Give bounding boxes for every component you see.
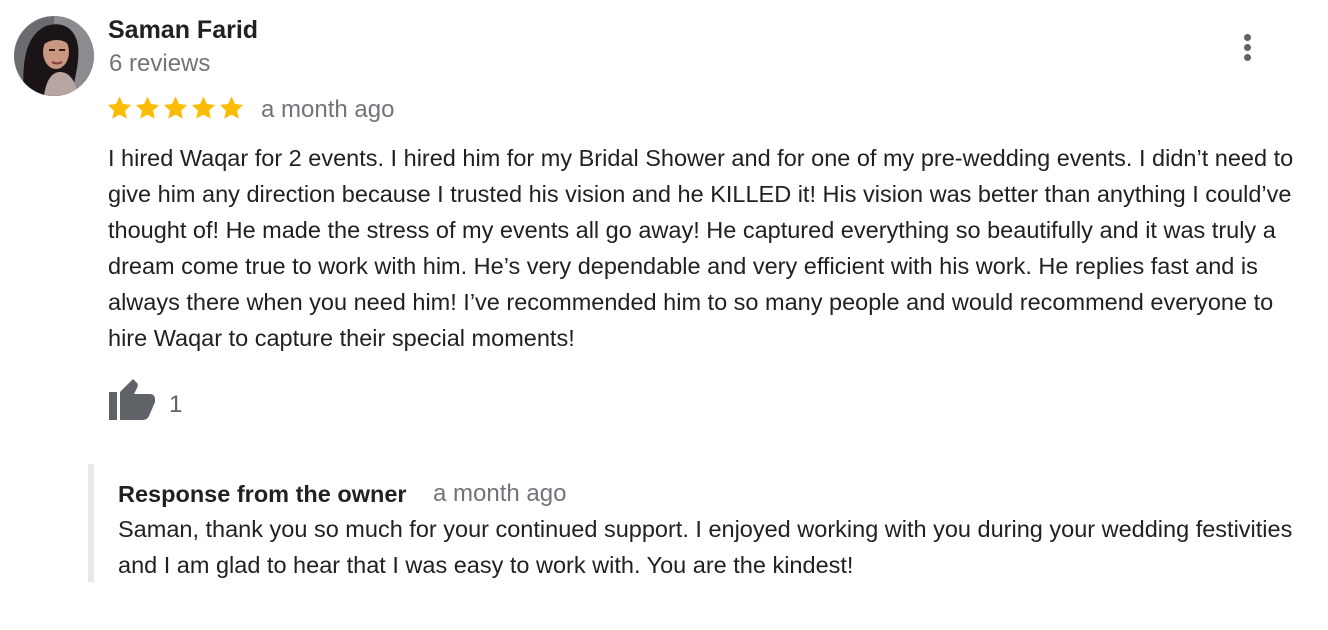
reviewer-avatar-photo — [14, 16, 94, 96]
more-vertical-icon-dot — [1244, 34, 1251, 41]
more-vertical-icon-dot — [1244, 54, 1251, 61]
review-time: a month ago — [261, 96, 395, 123]
more-options-button[interactable] — [1232, 30, 1264, 66]
like-button[interactable] — [108, 378, 156, 420]
owner-response-text: Saman, thank you so much for your contin… — [118, 516, 1293, 578]
owner-response-time: a month ago — [433, 480, 567, 507]
star-rating — [106, 94, 245, 124]
star-icon — [191, 96, 216, 119]
owner-response: Response from the owner a month ago Sama… — [88, 464, 1324, 582]
star-icon — [163, 96, 188, 119]
reviewer-avatar[interactable] — [14, 16, 94, 96]
like-count: 1 — [169, 391, 183, 418]
thumbs-up-icon — [109, 379, 155, 420]
reviewer-name[interactable]: Saman Farid — [108, 15, 258, 45]
star-icon — [107, 96, 132, 119]
more-vertical-icon-dot — [1244, 44, 1251, 51]
star-icon — [219, 96, 244, 119]
review-text: I hired Waqar for 2 events. I hired him … — [108, 145, 1294, 351]
star-icon — [135, 96, 160, 119]
reviewer-review-count[interactable]: 6 reviews — [109, 50, 210, 78]
owner-response-title: Response from the owner — [118, 481, 407, 507]
